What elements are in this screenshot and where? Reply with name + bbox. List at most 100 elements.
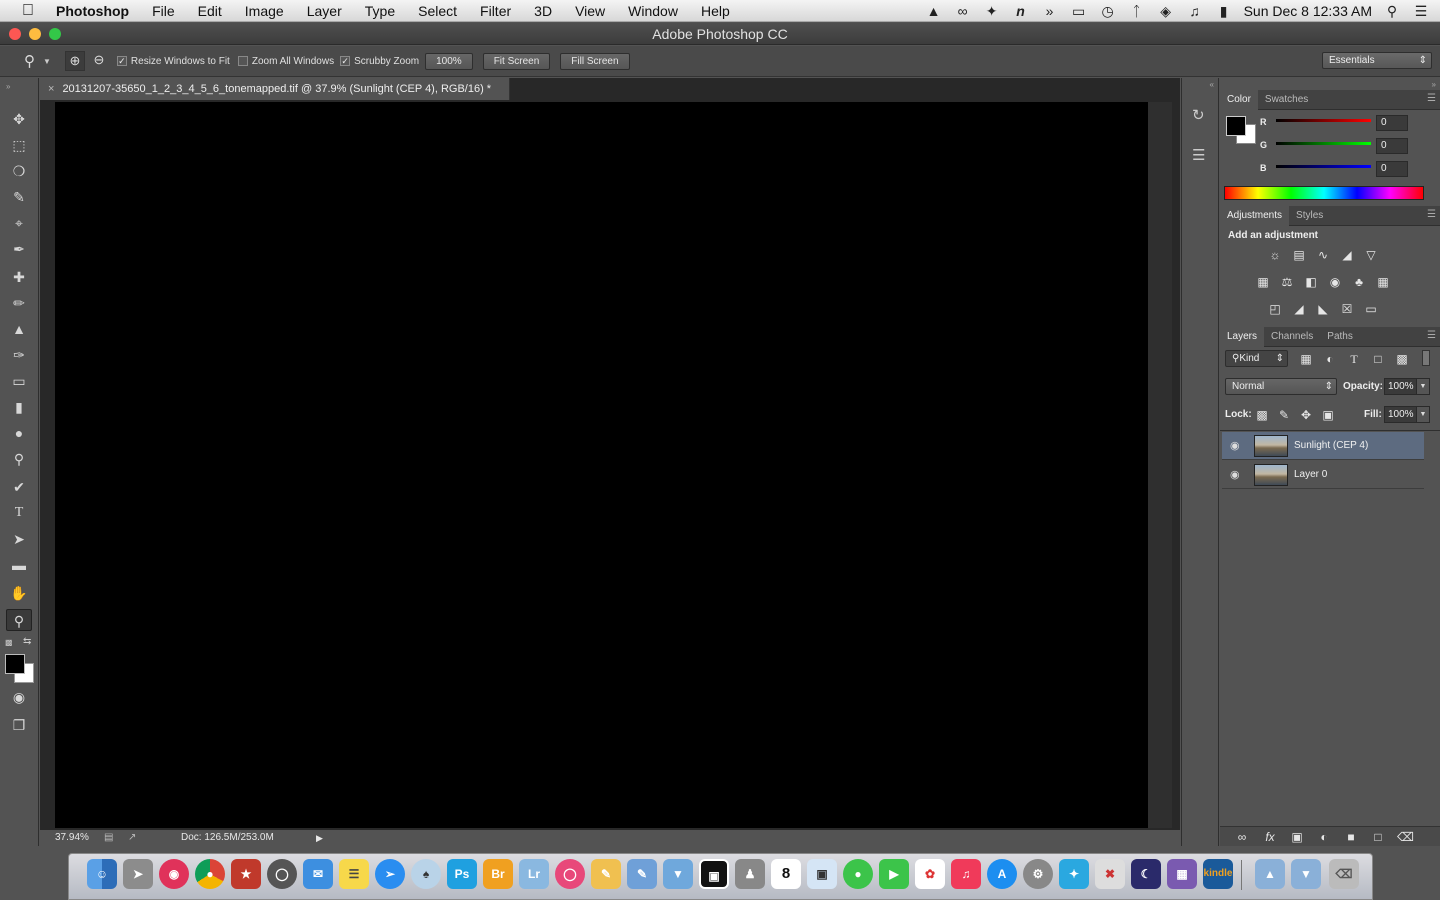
- green-slider[interactable]: G 0: [1260, 138, 1410, 156]
- scrubby-zoom-option[interactable]: ✓ Scrubby Zoom: [340, 56, 419, 67]
- image-canvas[interactable]: [55, 102, 1148, 828]
- status-menu-arrow-icon[interactable]: ▶: [316, 830, 323, 846]
- trash-icon[interactable]: ⌫: [1397, 830, 1414, 844]
- lock-all-icon[interactable]: ▣: [1320, 408, 1336, 422]
- zoom-100-button[interactable]: 100%: [425, 52, 473, 70]
- pixelmator-icon[interactable]: ✎: [627, 859, 657, 889]
- zoom-all-checkbox[interactable]: [237, 56, 248, 66]
- crop-tool-icon[interactable]: ⌖: [6, 212, 32, 234]
- tab-layers[interactable]: Layers: [1220, 326, 1265, 347]
- preview-icon[interactable]: ♠: [411, 859, 441, 889]
- close-document-icon[interactable]: ×: [48, 83, 54, 95]
- posterize-icon[interactable]: ◢: [1291, 302, 1307, 316]
- properties-panel-icon[interactable]: ☰: [1192, 146, 1205, 164]
- red-slider[interactable]: R 0: [1260, 115, 1410, 133]
- invert-icon[interactable]: ◰: [1267, 302, 1283, 316]
- swap-colors-icon[interactable]: ⇆: [23, 636, 31, 647]
- new-layer-icon[interactable]: □: [1370, 830, 1386, 844]
- wrench-icon[interactable]: ✦: [983, 3, 1001, 20]
- contacts-icon[interactable]: ♟: [735, 859, 765, 889]
- menu-edit[interactable]: Edit: [187, 3, 234, 19]
- new-group-icon[interactable]: ■: [1343, 830, 1359, 844]
- camera-icon[interactable]: ▤: [104, 830, 113, 846]
- notes-icon[interactable]: ☰: [339, 859, 369, 889]
- opacity-input[interactable]: 100%: [1384, 378, 1418, 395]
- creative-cloud-icon[interactable]: ∞: [954, 3, 972, 19]
- tab-adjustments[interactable]: Adjustments: [1220, 205, 1290, 226]
- menu-image[interactable]: Image: [234, 3, 296, 19]
- panel-menu-icon[interactable]: ☰: [1427, 93, 1436, 104]
- facetime-icon[interactable]: ▶: [879, 859, 909, 889]
- onepassword-icon[interactable]: ◯: [267, 859, 297, 889]
- pen-tool-icon[interactable]: ✔: [6, 476, 32, 498]
- tool-preset-dropdown-icon[interactable]: ▼: [43, 57, 51, 66]
- foreground-color-swatch[interactable]: [5, 654, 25, 674]
- eye-icon[interactable]: ◉: [1230, 439, 1240, 452]
- fill-slider-arrow-icon[interactable]: ▼: [1416, 406, 1430, 423]
- finder-icon[interactable]: ☺: [87, 859, 117, 889]
- color-lookup-icon[interactable]: ▦: [1375, 275, 1391, 289]
- red-ramp[interactable]: [1276, 119, 1371, 122]
- zoom-out-icon[interactable]: ⊖: [89, 51, 109, 71]
- fx-icon[interactable]: fx: [1262, 830, 1278, 844]
- zoom-tool-icon[interactable]: ⚲: [6, 609, 32, 631]
- layer-row-selected[interactable]: ◉ Sunlight (CEP 4): [1222, 432, 1424, 460]
- notification-center-icon[interactable]: ☰: [1412, 3, 1430, 20]
- add-mask-icon[interactable]: ▣: [1289, 830, 1305, 844]
- filter-pixel-icon[interactable]: ▦: [1298, 352, 1314, 366]
- filter-shape-icon[interactable]: □: [1370, 352, 1386, 366]
- purple-app-icon[interactable]: ▦: [1167, 859, 1197, 889]
- menubar-clock[interactable]: Sun Dec 8 12:33 AM: [1244, 3, 1372, 19]
- tab-styles[interactable]: Styles: [1289, 206, 1330, 226]
- sketch-pencil-icon[interactable]: ✎: [591, 859, 621, 889]
- bridge-icon[interactable]: Br: [483, 859, 513, 889]
- kindle-icon[interactable]: kindle: [1203, 859, 1233, 889]
- chrome-icon[interactable]: ●: [195, 859, 225, 889]
- spotlight-search-icon[interactable]: ⚲: [1383, 3, 1401, 20]
- menu-filter[interactable]: Filter: [469, 3, 523, 19]
- clone-stamp-tool-icon[interactable]: ▲: [6, 318, 32, 340]
- zoom-window-button[interactable]: [49, 28, 61, 40]
- menu-file[interactable]: File: [141, 3, 187, 19]
- drive-icon[interactable]: ▲: [925, 3, 943, 19]
- layer-row[interactable]: ◉ Layer 0: [1222, 461, 1424, 489]
- expand-dock-icon[interactable]: «: [1210, 80, 1214, 89]
- blend-mode-select[interactable]: Normal ⇕: [1225, 378, 1337, 395]
- fit-screen-button[interactable]: Fit Screen: [482, 52, 551, 70]
- color-foreground-swatch[interactable]: [1226, 116, 1246, 136]
- lightroom-icon[interactable]: Lr: [519, 859, 549, 889]
- filter-toggle-switch[interactable]: [1422, 350, 1430, 366]
- brush-tool-icon[interactable]: ✏: [6, 292, 32, 314]
- app-store-icon[interactable]: A: [987, 859, 1017, 889]
- mail-icon[interactable]: ✉: [303, 859, 333, 889]
- itunes-radio-icon[interactable]: ◯: [555, 859, 585, 889]
- google-photos-icon[interactable]: ▣: [807, 859, 837, 889]
- lock-image-icon[interactable]: ✎: [1276, 408, 1292, 422]
- marquee-tool-icon[interactable]: ⬚: [6, 134, 32, 156]
- scrubby-zoom-checkbox[interactable]: ✓: [340, 56, 351, 66]
- menu-layer[interactable]: Layer: [296, 3, 354, 19]
- bluetooth-icon[interactable]: ᛏ: [1128, 3, 1146, 19]
- script-app-icon[interactable]: ✖: [1095, 859, 1125, 889]
- brightness-contrast-icon[interactable]: ☼: [1267, 248, 1283, 262]
- eyedropper-tool-icon[interactable]: ✒: [6, 238, 32, 260]
- night-app-icon[interactable]: ☾: [1131, 859, 1161, 889]
- color-balance-icon[interactable]: ⚖: [1279, 275, 1295, 289]
- blue-ramp[interactable]: [1276, 165, 1371, 168]
- collapse-tools-icon[interactable]: »: [6, 82, 10, 91]
- battery-icon[interactable]: ▮: [1215, 3, 1233, 20]
- itunes-icon[interactable]: ♫: [951, 859, 981, 889]
- menu-select[interactable]: Select: [407, 3, 469, 19]
- share-icon[interactable]: ↗: [128, 830, 136, 846]
- menu-help[interactable]: Help: [690, 3, 742, 19]
- green-value-input[interactable]: 0: [1376, 138, 1408, 154]
- quick-selection-tool-icon[interactable]: ✎: [6, 186, 32, 208]
- color-spectrum-ramp[interactable]: [1224, 186, 1424, 200]
- curves-icon[interactable]: ∿: [1315, 248, 1331, 262]
- applications-folder-icon[interactable]: ▲: [1255, 859, 1285, 889]
- channel-mixer-icon[interactable]: ♣: [1351, 275, 1367, 289]
- panel-menu-icon[interactable]: ☰: [1427, 209, 1436, 220]
- workspace-switcher[interactable]: Essentials ⇕: [1322, 52, 1432, 69]
- photos-icon[interactable]: ✿: [915, 859, 945, 889]
- wifi-icon[interactable]: ◈: [1157, 3, 1175, 20]
